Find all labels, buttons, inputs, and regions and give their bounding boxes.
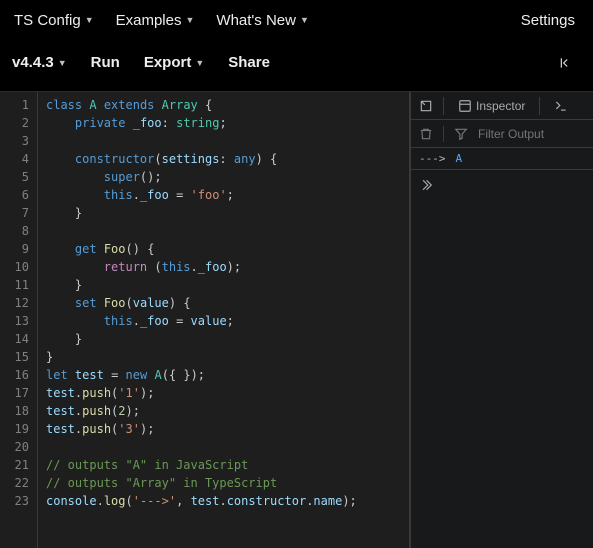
line-number: 21 (4, 456, 29, 474)
whats-new-menu[interactable]: What's New ▼ (202, 12, 316, 29)
console-output: ---> A (411, 148, 593, 170)
code-line[interactable]: // outputs "Array" in TypeScript (46, 474, 401, 492)
line-number: 20 (4, 438, 29, 456)
console-prompt[interactable] (411, 170, 593, 198)
settings-label: Settings (521, 12, 575, 29)
caret-down-icon: ▼ (300, 15, 309, 25)
devtools-toolbar: Inspector (411, 92, 593, 120)
code-line[interactable] (46, 438, 401, 456)
code-line[interactable]: this._foo = 'foo'; (46, 186, 401, 204)
line-number: 2 (4, 114, 29, 132)
line-number: 10 (4, 258, 29, 276)
examples-label: Examples (116, 12, 182, 29)
ts-config-menu[interactable]: TS Config ▼ (0, 12, 102, 29)
line-number: 23 (4, 492, 29, 510)
line-number: 12 (4, 294, 29, 312)
export-button[interactable]: Export ▼ (132, 54, 216, 71)
line-number: 1 (4, 96, 29, 114)
caret-down-icon: ▼ (185, 15, 194, 25)
share-label: Share (228, 54, 270, 71)
code-line[interactable]: test.push('3'); (46, 420, 401, 438)
console-arg: A (456, 152, 463, 165)
code-line[interactable]: test.push(2); (46, 402, 401, 420)
line-number: 9 (4, 240, 29, 258)
code-line[interactable]: constructor(settings: any) { (46, 150, 401, 168)
version-label: v4.4.3 (12, 54, 54, 71)
line-number: 15 (4, 348, 29, 366)
code-line[interactable]: // outputs "A" in JavaScript (46, 456, 401, 474)
console-log-line: ---> A (419, 152, 585, 165)
code-line[interactable]: private _foo: string; (46, 114, 401, 132)
caret-down-icon: ▼ (195, 58, 204, 68)
settings-menu[interactable]: Settings (507, 12, 593, 29)
code-line[interactable]: let test = new A({ }); (46, 366, 401, 384)
code-line[interactable]: console.log('--->', test.constructor.nam… (46, 492, 401, 510)
ts-config-label: TS Config (14, 12, 81, 29)
run-label: Run (91, 54, 120, 71)
code-line[interactable]: return (this._foo); (46, 258, 401, 276)
code-line[interactable]: } (46, 348, 401, 366)
code-line[interactable]: get Foo() { (46, 240, 401, 258)
line-number: 11 (4, 276, 29, 294)
line-number: 3 (4, 132, 29, 150)
line-number: 5 (4, 168, 29, 186)
caret-down-icon: ▼ (85, 15, 94, 25)
line-number: 6 (4, 186, 29, 204)
export-label: Export (144, 54, 192, 71)
code-line[interactable]: } (46, 330, 401, 348)
line-number: 19 (4, 420, 29, 438)
code-line[interactable]: super(); (46, 168, 401, 186)
console-arg: ---> (419, 152, 446, 165)
code-line[interactable]: this._foo = value; (46, 312, 401, 330)
code-line[interactable] (46, 222, 401, 240)
inspector-label: Inspector (476, 99, 525, 113)
code-content[interactable]: class A extends Array { private _foo: st… (38, 92, 409, 548)
code-line[interactable]: } (46, 276, 401, 294)
filter-input[interactable] (478, 127, 578, 141)
code-editor[interactable]: 1234567891011121314151617181920212223 cl… (0, 92, 410, 548)
version-selector[interactable]: v4.4.3 ▼ (10, 54, 79, 71)
code-line[interactable]: } (46, 204, 401, 222)
collapse-panel-icon[interactable] (549, 55, 583, 71)
code-line[interactable] (46, 132, 401, 150)
line-number: 4 (4, 150, 29, 168)
code-line[interactable]: set Foo(value) { (46, 294, 401, 312)
line-gutter: 1234567891011121314151617181920212223 (0, 92, 38, 548)
panel-toggle-icon[interactable] (419, 98, 433, 113)
main-area: 1234567891011121314151617181920212223 cl… (0, 92, 593, 548)
whats-new-label: What's New (216, 12, 296, 29)
line-number: 22 (4, 474, 29, 492)
filter-icon[interactable] (454, 126, 468, 141)
share-button[interactable]: Share (216, 54, 282, 71)
devtools-filter-bar (411, 120, 593, 148)
caret-down-icon: ▼ (58, 58, 67, 68)
console-tab[interactable] (550, 97, 572, 115)
code-line[interactable]: test.push('1'); (46, 384, 401, 402)
toolbar: v4.4.3 ▼ Run Export ▼ Share (0, 40, 593, 92)
examples-menu[interactable]: Examples ▼ (102, 12, 203, 29)
inspector-tab[interactable]: Inspector (454, 97, 529, 115)
top-menu-bar: TS Config ▼ Examples ▼ What's New ▼ Sett… (0, 0, 593, 40)
line-number: 7 (4, 204, 29, 222)
line-number: 16 (4, 366, 29, 384)
devtools-pane: Inspector ---> A (410, 92, 593, 548)
line-number: 17 (4, 384, 29, 402)
line-number: 13 (4, 312, 29, 330)
trash-icon[interactable] (419, 126, 433, 141)
line-number: 8 (4, 222, 29, 240)
line-number: 18 (4, 402, 29, 420)
code-line[interactable]: class A extends Array { (46, 96, 401, 114)
run-button[interactable]: Run (79, 54, 132, 71)
line-number: 14 (4, 330, 29, 348)
